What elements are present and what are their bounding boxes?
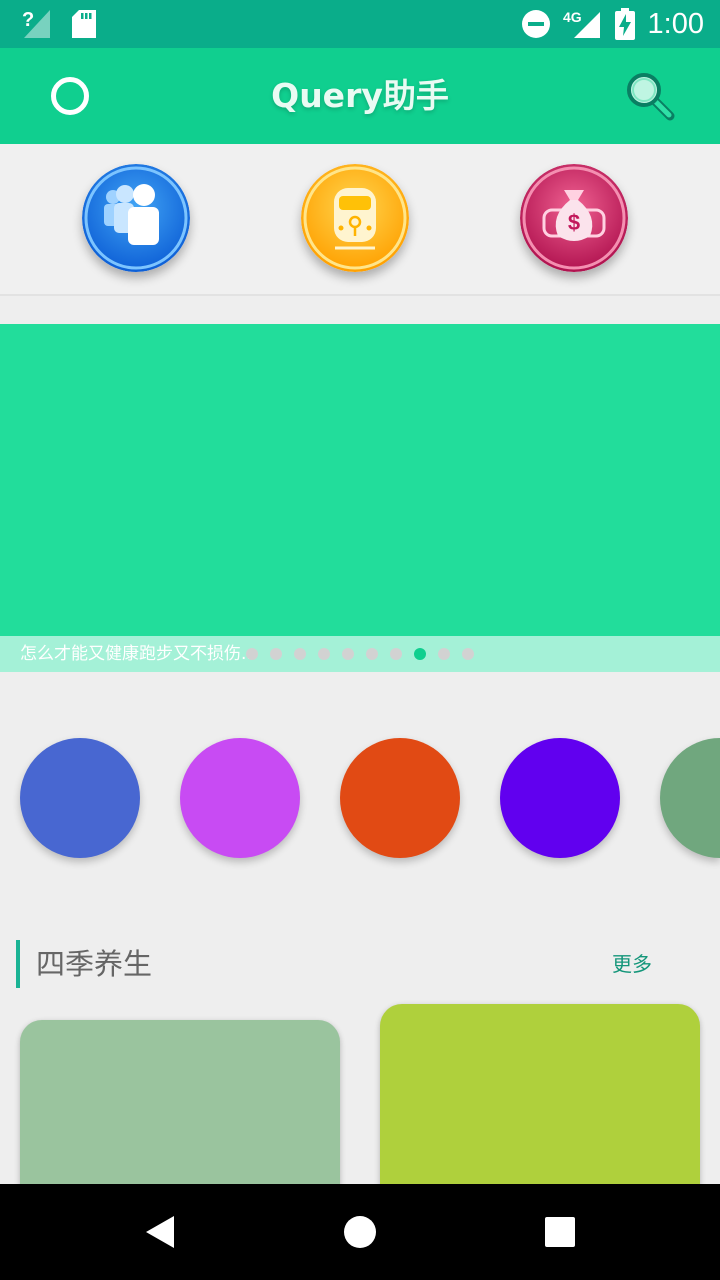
- mobile-signal-icon: 4G ×: [563, 9, 600, 40]
- people-icon: [82, 164, 190, 272]
- do-not-disturb-icon: [522, 10, 550, 38]
- money-bag-icon: $: [520, 164, 628, 272]
- page-dot-active: [414, 648, 426, 660]
- page-dot: [270, 648, 282, 660]
- category-circle[interactable]: [660, 738, 720, 858]
- page-dot: [390, 648, 402, 660]
- section-accent-bar: [16, 940, 20, 988]
- clock: 1:00: [647, 8, 704, 40]
- app-bar: Query助手: [0, 48, 720, 144]
- status-bar: ? 4G × 1:00: [0, 0, 720, 48]
- page-dot: [246, 648, 258, 660]
- page-dot: [366, 648, 378, 660]
- app-title: Query助手: [271, 76, 449, 115]
- system-nav-bar: [0, 1184, 720, 1280]
- page-dot: [438, 648, 450, 660]
- section-title: 四季养生: [36, 947, 153, 981]
- page-dot: [462, 648, 474, 660]
- page-dot: [318, 648, 330, 660]
- page-dot: [294, 648, 306, 660]
- banner-caption-bar: 怎么才能又健康跑步又不损伤...: [0, 636, 720, 672]
- signal-unknown-icon: ?: [22, 9, 50, 38]
- money-button[interactable]: $: [520, 164, 628, 272]
- banner-caption: 怎么才能又健康跑步又不损伤...: [20, 644, 258, 664]
- svg-text:?: ?: [22, 9, 34, 31]
- back-icon[interactable]: [144, 1214, 178, 1250]
- category-circle[interactable]: [500, 738, 620, 858]
- banner-carousel[interactable]: [0, 324, 720, 636]
- battery-charging-icon: [615, 8, 635, 40]
- more-link[interactable]: 更多: [612, 944, 652, 984]
- category-circle[interactable]: [20, 738, 140, 858]
- train-button[interactable]: [301, 164, 409, 272]
- sd-card-icon: [72, 10, 96, 38]
- quick-action-bar: $: [0, 144, 720, 296]
- svg-text:$: $: [568, 210, 580, 235]
- recents-icon[interactable]: [545, 1217, 575, 1247]
- train-icon: [301, 164, 409, 272]
- category-circle[interactable]: [180, 738, 300, 858]
- page-dot: [342, 648, 354, 660]
- search-icon[interactable]: [624, 70, 676, 122]
- svg-text:4G: 4G: [563, 9, 582, 25]
- home-icon[interactable]: [343, 1215, 377, 1249]
- svg-text:×: ×: [590, 30, 596, 40]
- people-button[interactable]: [82, 164, 190, 272]
- category-circle[interactable]: [340, 738, 460, 858]
